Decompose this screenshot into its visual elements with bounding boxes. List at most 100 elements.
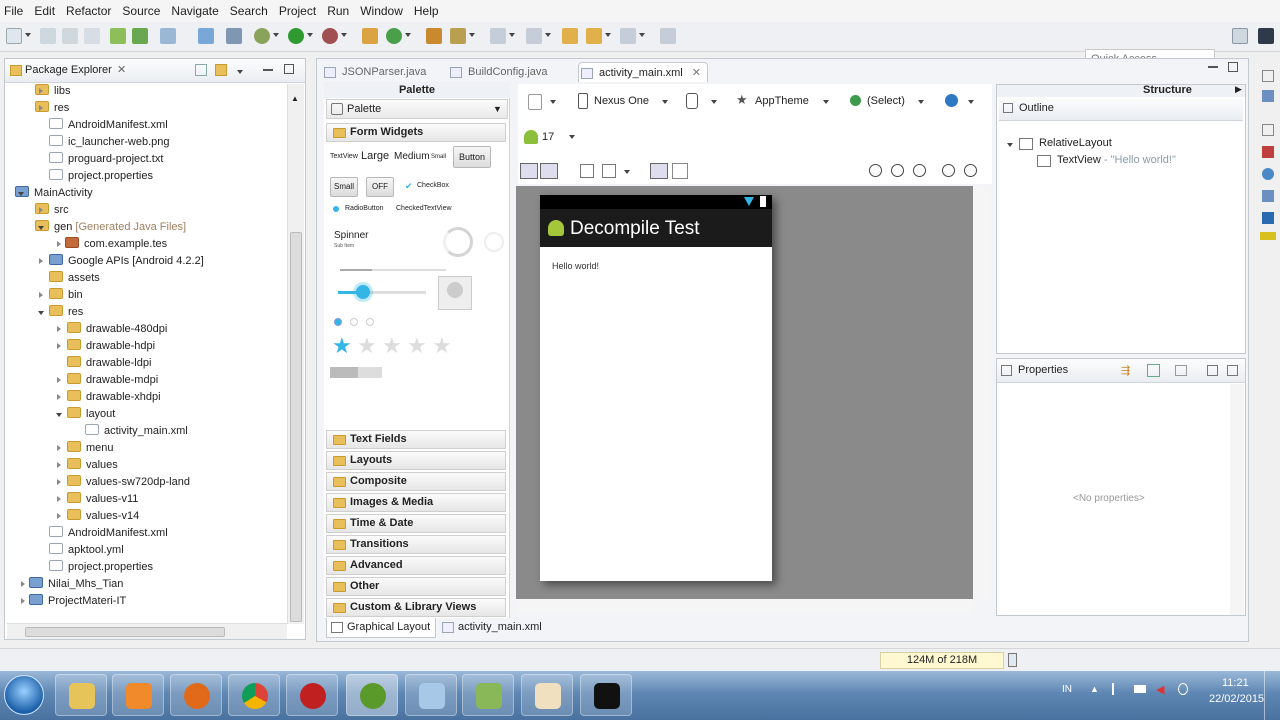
taskbar-cmd[interactable] (580, 674, 632, 716)
widget-small-button[interactable]: Small (330, 177, 358, 197)
package-explorer-title[interactable]: Package Explorer (25, 64, 112, 76)
maximize-icon[interactable] (1228, 62, 1238, 72)
declaration-icon[interactable] (1262, 190, 1274, 202)
menu-navigate[interactable]: Navigate (167, 4, 225, 18)
widget-button[interactable]: Button (453, 146, 491, 168)
menu-edit[interactable]: Edit (30, 4, 62, 18)
collapse-icon[interactable] (21, 581, 25, 587)
collapse-icon[interactable] (39, 258, 43, 264)
open-type-icon[interactable] (426, 28, 442, 44)
expand-icon[interactable] (1007, 143, 1013, 147)
taskbar-chrome[interactable] (228, 674, 280, 716)
close-icon[interactable]: ✕ (692, 63, 701, 83)
tree-item[interactable]: AndroidManifest.xml (49, 117, 168, 134)
filter-icon[interactable]: ⇶ (1121, 364, 1130, 377)
radio-icon[interactable] (334, 318, 342, 326)
device-icon[interactable] (578, 93, 588, 109)
collapse-icon[interactable] (39, 207, 43, 213)
tree-item[interactable]: layout (67, 406, 115, 423)
tree-item[interactable]: Google APIs [Android 4.2.2] (49, 253, 204, 270)
clock-time[interactable]: 11:21 (1222, 677, 1249, 689)
layout-width-icon[interactable] (580, 164, 594, 178)
tree-item[interactable]: activity_main.xml (85, 423, 188, 440)
android-sdk-icon[interactable] (110, 28, 126, 44)
print-icon[interactable] (84, 28, 100, 44)
seek-thumb[interactable] (356, 285, 370, 299)
debug-icon[interactable] (254, 28, 270, 44)
new-icon[interactable] (6, 28, 22, 44)
zoom-real-size-icon[interactable] (869, 164, 882, 177)
tree-item[interactable]: assets (49, 270, 100, 287)
lint-icon[interactable] (160, 28, 176, 44)
widget-textview[interactable]: TextView (330, 153, 358, 160)
collapse-icon[interactable] (57, 462, 61, 468)
menu-source[interactable]: Source (118, 4, 167, 18)
logcat-icon[interactable] (1262, 212, 1274, 224)
scroll-thumb[interactable] (290, 232, 302, 622)
open-task-icon[interactable] (450, 28, 466, 44)
tree-item[interactable]: drawable-ldpi (67, 355, 151, 372)
taskbar-explorer[interactable] (55, 674, 107, 716)
palette-section[interactable]: Layouts (326, 451, 506, 470)
api-level-selector[interactable]: 17 (542, 131, 554, 143)
seek-bar[interactable] (338, 291, 426, 294)
view-menu-icon[interactable] (237, 65, 243, 77)
checkbox-icon[interactable]: ✔ (405, 181, 413, 192)
ddms-icon[interactable] (1260, 232, 1276, 240)
advanced-icon[interactable] (1175, 365, 1187, 376)
restore-icon[interactable] (1262, 70, 1274, 82)
open-perspective-icon[interactable] (1232, 28, 1248, 44)
network-icon[interactable] (1134, 685, 1146, 693)
start-button-icon[interactable] (4, 675, 44, 715)
external-tools-dropdown-icon[interactable] (341, 33, 347, 37)
palette-section[interactable]: Composite (326, 472, 506, 491)
palette-section[interactable]: Images & Media (326, 493, 506, 512)
volume-icon[interactable]: ◀ (1156, 683, 1164, 696)
config-icon[interactable] (528, 94, 542, 110)
gc-trash-icon[interactable] (1008, 653, 1017, 667)
tree-item[interactable]: proguard-project.txt (49, 151, 163, 168)
next-annotation-icon[interactable] (526, 28, 542, 44)
link-editor-icon[interactable] (215, 64, 227, 76)
api-dropdown-icon[interactable] (569, 135, 575, 139)
tab-activity-main[interactable]: activity_main.xml ✕ (578, 62, 708, 82)
hello-textview[interactable]: Hello world! (552, 261, 599, 271)
menu-file[interactable]: File (0, 4, 30, 18)
progress-horizontal[interactable] (340, 269, 446, 271)
new-class-dropdown-icon[interactable] (405, 33, 411, 37)
avd-manager-icon[interactable] (132, 28, 148, 44)
tree-item[interactable]: res (49, 304, 83, 321)
tab-xml-source[interactable]: activity_main.xml (438, 618, 550, 638)
tree-item[interactable]: drawable-xhdpi (67, 389, 161, 406)
widget-small-text[interactable]: Small (431, 154, 446, 160)
properties-scrollbar[interactable] (1230, 384, 1244, 615)
tree-item[interactable]: gen [Generated Java Files] (35, 219, 186, 236)
action-center-flag-icon[interactable] (1112, 683, 1122, 695)
tree-item[interactable]: ic_launcher-web.png (49, 134, 170, 151)
tree-item[interactable]: bin (49, 287, 83, 304)
wand-icon[interactable] (226, 28, 242, 44)
device-selector[interactable]: Nexus One (594, 95, 649, 107)
annotation-icon[interactable] (490, 28, 506, 44)
tree-item[interactable]: values-sw720dp-land (67, 474, 190, 491)
hierarchy-icon[interactable] (1262, 90, 1274, 102)
tree-item[interactable]: AndroidManifest.xml (49, 525, 168, 542)
last-edit-icon[interactable] (562, 28, 578, 44)
zoom-out-icon[interactable] (942, 164, 955, 177)
progress-large-icon[interactable] (443, 227, 473, 257)
external-tools-icon[interactable] (322, 28, 338, 44)
expand-icon[interactable] (38, 226, 44, 230)
canvas-vertical-scrollbar[interactable] (973, 186, 990, 599)
minimize-icon[interactable] (263, 69, 273, 71)
new-dropdown-icon[interactable] (25, 33, 31, 37)
collapse-icon[interactable] (39, 105, 43, 111)
expand-icon[interactable] (18, 192, 24, 196)
outline-relativelayout[interactable]: RelativeLayout (1039, 137, 1112, 149)
close-icon[interactable]: ✕ (117, 63, 126, 76)
radio-icon[interactable] (366, 318, 374, 326)
sort-icon[interactable] (1147, 364, 1160, 377)
forward-icon[interactable] (620, 28, 636, 44)
expand-icon[interactable] (38, 311, 44, 315)
tree-item[interactable]: drawable-hdpi (67, 338, 155, 355)
collapse-all-icon[interactable] (195, 64, 207, 76)
